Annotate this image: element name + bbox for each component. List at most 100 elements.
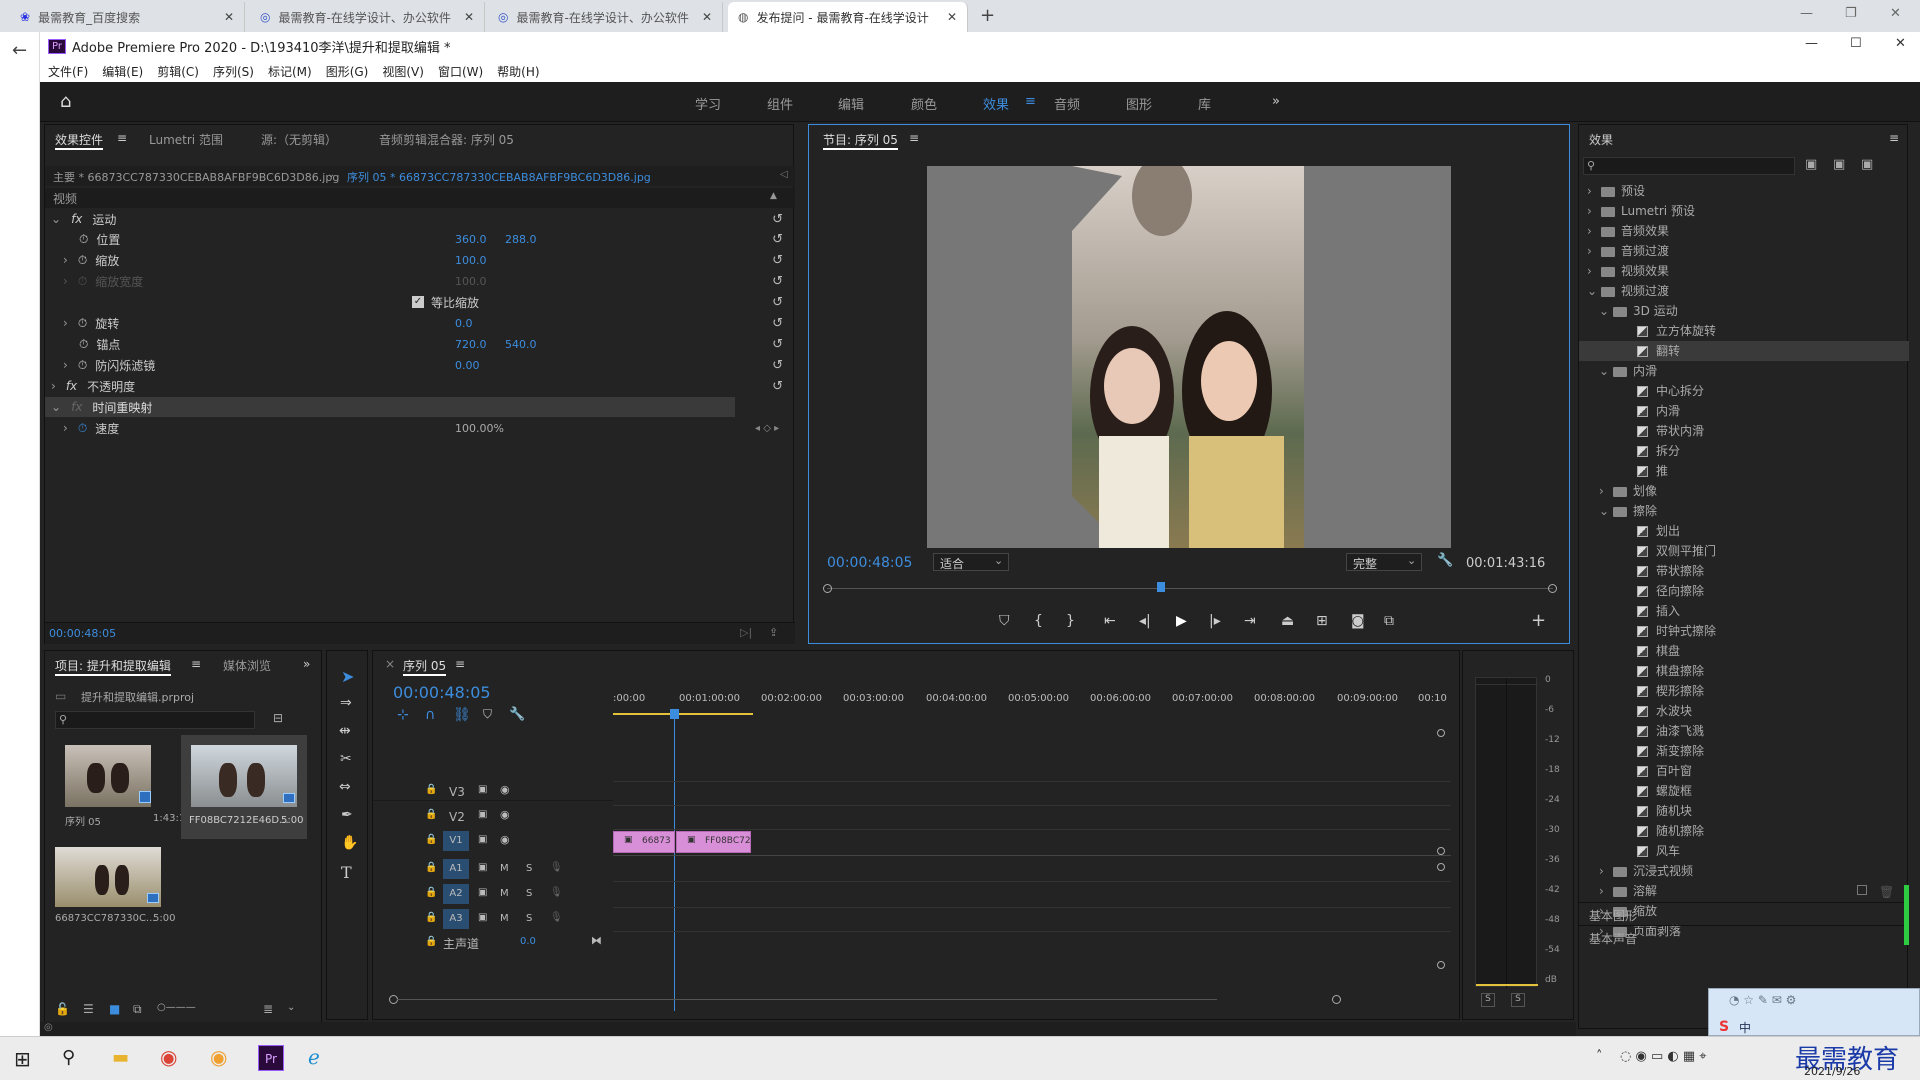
yuv-effects-icon[interactable]: ▣	[1861, 157, 1873, 172]
effect-item[interactable]: 推	[1579, 461, 1909, 481]
stopwatch-icon[interactable]: ⏱	[78, 316, 87, 331]
export-icon[interactable]: ⇪	[769, 626, 778, 639]
step-back-icon[interactable]: ◂|	[1139, 613, 1151, 629]
type-tool-icon[interactable]: T	[341, 863, 352, 882]
workspace-graphics[interactable]: 图形	[1126, 94, 1152, 113]
effect-item[interactable]: › Lumetri 预设	[1579, 201, 1909, 221]
program-timecode[interactable]: 00:00:48:05	[827, 555, 912, 571]
play-only-audio-icon[interactable]: ▷|	[740, 626, 752, 639]
eye-icon[interactable]: ◉	[500, 833, 510, 846]
scale-value[interactable]: 100.0	[455, 254, 487, 267]
master-volume-value[interactable]: 0.0	[520, 936, 536, 947]
effect-item[interactable]: 螺旋框	[1579, 781, 1909, 801]
scroll-up-icon[interactable]: ▲	[770, 191, 777, 201]
chevron-down-icon[interactable]: ⌄	[1587, 281, 1601, 301]
trash-icon[interactable]: 🗑	[1879, 885, 1894, 899]
time-ruler[interactable]: :00:00 00:01:00:00 00:02:00:00 00:03:00:…	[613, 693, 1453, 727]
tray-chevron-icon[interactable]: ˄	[1596, 1049, 1603, 1064]
workspace-editing[interactable]: 编辑	[838, 94, 864, 113]
effect-item[interactable]: 渐变擦除	[1579, 741, 1909, 761]
minimize-icon[interactable]: —	[1805, 36, 1818, 51]
chevron-down-icon[interactable]: ⌄	[1599, 361, 1613, 381]
project-search-input[interactable]: ⚲	[55, 711, 255, 729]
uniform-scale-checkbox[interactable]: ✓	[412, 296, 424, 308]
effect-item[interactable]: 拆分	[1579, 441, 1909, 461]
essential-graphics-section[interactable]: 基本图形	[1579, 902, 1909, 924]
mute-button[interactable]: M	[500, 913, 509, 924]
position-x-value[interactable]: 360.0	[455, 233, 487, 246]
sync-lock-icon[interactable]: ▣	[478, 834, 487, 845]
chevron-right-icon[interactable]: ›	[63, 316, 68, 330]
hand-tool-icon[interactable]: ✋	[341, 835, 358, 851]
close-icon[interactable]: ✕	[947, 10, 957, 24]
premiere-taskbar-icon[interactable]: Pr	[258, 1045, 284, 1071]
opacity-row[interactable]: › fx 不透明度 ↺	[45, 376, 795, 396]
eye-icon[interactable]: ◉	[500, 808, 510, 821]
reset-icon[interactable]: ↺	[772, 295, 783, 310]
panel-menu-icon[interactable]: ≡	[455, 657, 465, 671]
lock-icon[interactable]: 🔒	[425, 834, 437, 845]
effect-item[interactable]: 划出	[1579, 521, 1909, 541]
mark-in-icon[interactable]: {	[1034, 613, 1043, 629]
chevron-right-icon[interactable]: ›	[51, 379, 56, 393]
effect-item[interactable]: 棋盘擦除	[1579, 661, 1909, 681]
close-icon[interactable]: ✕	[464, 10, 474, 24]
icon-view-icon[interactable]: ■	[109, 1002, 120, 1016]
chevron-down-icon[interactable]: ⌄	[51, 400, 61, 414]
close-icon[interactable]: ✕	[702, 10, 712, 24]
reset-icon[interactable]: ↺	[772, 379, 783, 394]
effect-item[interactable]: 径向擦除	[1579, 581, 1909, 601]
solo-button[interactable]: S	[526, 888, 532, 899]
chevron-right-icon[interactable]: ›	[63, 358, 68, 372]
workspace-libraries[interactable]: 库	[1198, 94, 1211, 113]
keyframe-nav-icon[interactable]: ◂ ◇ ▸	[755, 423, 779, 434]
chevron-down-icon[interactable]: ⌄	[287, 1002, 295, 1013]
tab-source[interactable]: 源:（无剪辑）	[261, 131, 337, 148]
new-tab-icon[interactable]: +	[980, 5, 995, 26]
extract-icon[interactable]: ⊞	[1316, 613, 1328, 629]
workspace-effects[interactable]: 效果	[983, 94, 1009, 113]
new-bin-icon[interactable]: ⊟	[273, 711, 283, 725]
back-arrow-icon[interactable]: ←	[12, 40, 27, 61]
reset-icon[interactable]: ↺	[772, 232, 783, 247]
tray-icons[interactable]: ◔ ☆ ✎ ✉ ⚙	[1729, 993, 1796, 1007]
minimize-icon[interactable]: —	[1800, 6, 1813, 21]
effect-item[interactable]: 立方体旋转	[1579, 321, 1909, 341]
ec-timecode[interactable]: 00:00:48:05	[49, 627, 116, 640]
play-icon[interactable]: ▶	[1176, 613, 1187, 629]
effect-item[interactable]: ⌄ 内滑	[1579, 361, 1909, 381]
time-remap-row[interactable]: ⌄ fx 时间重映射	[45, 397, 735, 417]
sync-lock-icon[interactable]: ▣	[478, 784, 487, 795]
tab-project[interactable]: 项目: 提升和提取编辑	[55, 657, 171, 676]
sync-lock-icon[interactable]: ▣	[478, 912, 487, 923]
close-icon[interactable]: ✕	[1895, 36, 1906, 51]
new-bin-icon[interactable]	[1857, 885, 1867, 895]
menu-view[interactable]: 视图(V)	[382, 63, 424, 80]
lock-icon[interactable]: 🔒	[425, 912, 437, 923]
slip-tool-icon[interactable]: ⇔	[339, 779, 351, 795]
effect-item[interactable]: 楔形擦除	[1579, 681, 1909, 701]
chrome-icon[interactable]: ◉	[160, 1045, 177, 1069]
reset-icon[interactable]: ↺	[772, 358, 783, 373]
panel-menu-icon[interactable]: ≡	[909, 131, 919, 145]
effect-item[interactable]: ⌄ 视频过渡	[1579, 281, 1909, 301]
workspace-learn[interactable]: 学习	[695, 94, 721, 113]
track-target-v1[interactable]: V1	[443, 831, 469, 851]
quality-select[interactable]: 完整 ⌄	[1346, 553, 1422, 571]
mute-button[interactable]: M	[500, 888, 509, 899]
horizontal-scrollbar[interactable]	[389, 995, 1341, 1005]
nest-icon[interactable]: ⊹	[397, 707, 409, 723]
workspace-audio[interactable]: 音频	[1054, 94, 1080, 113]
lock-icon[interactable]: 🔒	[425, 784, 437, 795]
menu-edit[interactable]: 编辑(E)	[102, 63, 143, 80]
eye-icon[interactable]: ◉	[500, 783, 510, 796]
solo-button[interactable]: S	[526, 863, 532, 874]
track-target-a3[interactable]: A3	[443, 909, 469, 929]
collapse-icon[interactable]: ◁	[780, 169, 788, 180]
effect-item[interactable]: 油漆飞溅	[1579, 721, 1909, 741]
effect-item[interactable]: 随机块	[1579, 801, 1909, 821]
close-icon[interactable]: ✕	[1890, 6, 1901, 21]
browser-tab-1[interactable]: ❀ 最需教育_百度搜索 ✕	[10, 2, 245, 32]
go-to-out-icon[interactable]: ⇥	[1244, 613, 1256, 629]
add-marker-icon[interactable]: ⛉	[999, 613, 1010, 629]
